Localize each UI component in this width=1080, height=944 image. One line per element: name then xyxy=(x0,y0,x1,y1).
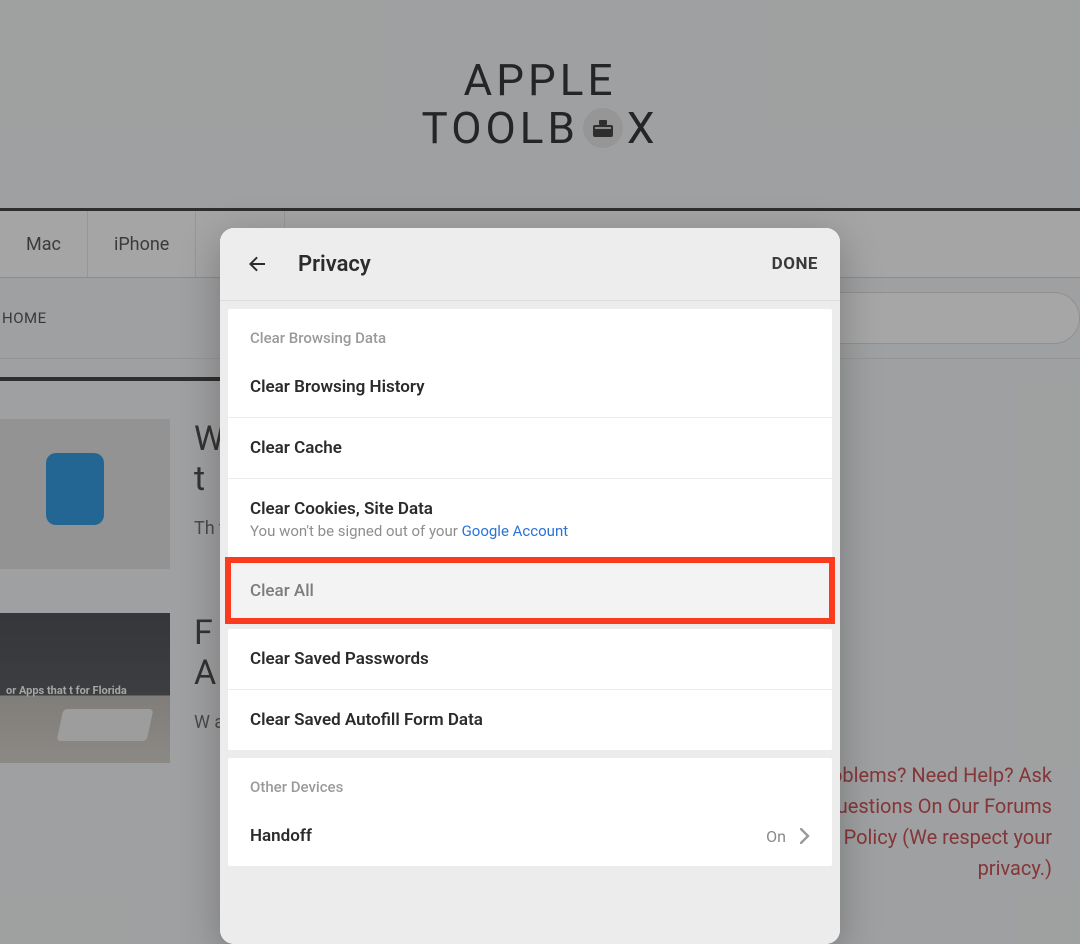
section-other-devices: Other Devices Handoff On xyxy=(228,758,832,866)
row-clear-history[interactable]: Clear Browsing History xyxy=(228,357,832,417)
row-label: Clear Saved Passwords xyxy=(250,649,429,669)
row-value: On xyxy=(766,827,810,846)
done-button[interactable]: DONE xyxy=(772,254,818,274)
section-clear-saved: Clear Saved Passwords Clear Saved Autofi… xyxy=(228,629,832,750)
row-clear-cookies[interactable]: Clear Cookies, Site Data You won't be si… xyxy=(228,478,832,560)
back-button[interactable] xyxy=(242,249,272,279)
section-clear-browsing: Clear Browsing Data Clear Browsing Histo… xyxy=(228,309,832,621)
row-subtext: You won't be signed out of your Google A… xyxy=(250,522,568,540)
row-clear-passwords[interactable]: Clear Saved Passwords xyxy=(228,629,832,689)
privacy-modal: Privacy DONE Clear Browsing Data Clear B… xyxy=(220,228,840,944)
modal-title: Privacy xyxy=(298,252,772,277)
modal-body: Clear Browsing Data Clear Browsing Histo… xyxy=(220,301,840,944)
modal-header: Privacy DONE xyxy=(220,228,840,301)
row-label: Clear Cache xyxy=(250,438,342,458)
section-head-clear: Clear Browsing Data xyxy=(228,309,832,357)
row-clear-all[interactable]: Clear All xyxy=(228,560,832,621)
arrow-left-icon xyxy=(245,252,269,276)
row-label: Clear All xyxy=(250,581,314,601)
row-label: Clear Cookies, Site Data xyxy=(250,499,568,519)
row-clear-cache[interactable]: Clear Cache xyxy=(228,417,832,478)
section-head-other: Other Devices xyxy=(228,758,832,806)
row-label: Clear Browsing History xyxy=(250,377,425,397)
chevron-right-icon xyxy=(800,828,810,844)
row-handoff[interactable]: Handoff On xyxy=(228,806,832,866)
row-label: Clear Saved Autofill Form Data xyxy=(250,710,483,730)
row-label: Handoff xyxy=(250,826,312,846)
row-clear-autofill[interactable]: Clear Saved Autofill Form Data xyxy=(228,689,832,750)
google-account-link[interactable]: Google Account xyxy=(462,522,569,540)
